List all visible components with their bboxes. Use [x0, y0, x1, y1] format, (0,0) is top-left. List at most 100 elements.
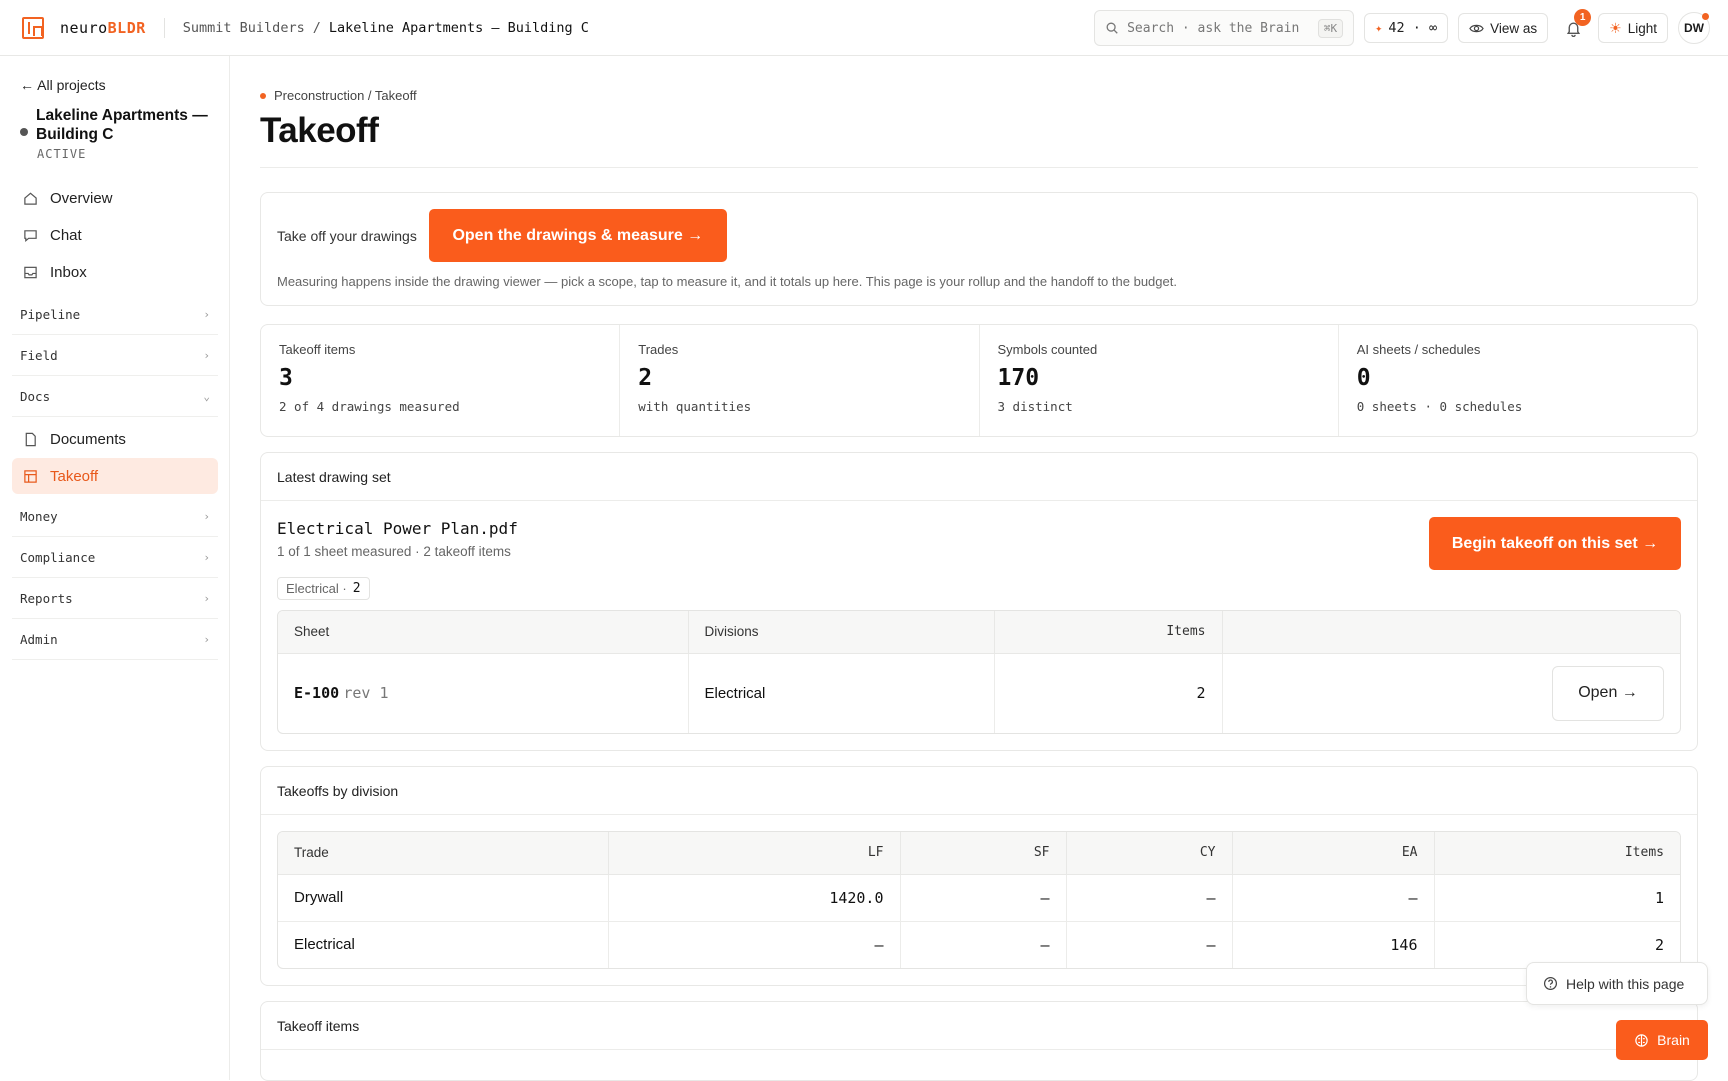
sidebar-item-overview[interactable]: Overview — [12, 180, 218, 216]
column-header-sf: SF — [900, 832, 1067, 875]
sidebar-item-chat[interactable]: Chat — [12, 217, 218, 253]
column-header-lf: LF — [608, 832, 901, 875]
help-button[interactable]: Help with this page — [1526, 962, 1708, 1005]
cy-cell: – — [1066, 874, 1233, 922]
avatar-initials: DW — [1684, 21, 1704, 35]
sun-icon: ☀ — [1609, 19, 1622, 36]
begin-takeoff-button[interactable]: Begin takeoff on this set → — [1429, 517, 1681, 570]
sidebar-item-inbox[interactable]: Inbox — [12, 254, 218, 290]
trade-cell: Drywall — [278, 874, 609, 922]
theme-label: Light — [1627, 20, 1657, 36]
brain-button[interactable]: Brain — [1616, 1020, 1708, 1060]
chevron-right-icon: › — [203, 307, 210, 321]
cta-note: Measuring happens inside the drawing vie… — [277, 274, 1177, 289]
takeoff-items-panel: Takeoff items — [260, 1001, 1698, 1081]
all-projects-link[interactable]: ← All projects — [20, 77, 106, 93]
brain-icon — [1635, 1033, 1648, 1047]
section-field[interactable]: Field › — [12, 335, 218, 376]
ea-cell: – — [1232, 874, 1435, 922]
chip-label: Electrical · — [286, 581, 347, 596]
panel-heading: Takeoffs by division — [261, 767, 1697, 815]
section-label: Reports — [20, 590, 73, 606]
lf-cell: – — [608, 921, 901, 968]
credits-pill[interactable]: ✦ 42 · ∞ — [1364, 13, 1449, 43]
section-admin[interactable]: Admin › — [12, 619, 218, 660]
section-label: Field — [20, 347, 58, 363]
chevron-down-icon: ⌄ — [203, 389, 210, 403]
page-title: Takeoff — [260, 111, 379, 150]
section-money[interactable]: Money › — [12, 496, 218, 537]
stat-trades: Trades 2 with quantities — [620, 325, 980, 436]
stat-sub: 3 distinct — [997, 399, 1073, 414]
project-status: ACTIVE — [37, 147, 87, 161]
sheet-cell: E-100 rev 1 — [278, 653, 689, 733]
view-as-button[interactable]: View as — [1458, 13, 1549, 43]
table-row: Electrical – – – 146 2 — [278, 921, 1680, 968]
search-input[interactable]: Search · ask the Brain ⌘K — [1094, 10, 1355, 46]
stat-ai-sheets: AI sheets / schedules 0 0 sheets · 0 sch… — [1339, 325, 1697, 436]
stats-card: Takeoff items 3 2 of 4 drawings measured… — [260, 324, 1698, 437]
view-as-label: View as — [1490, 20, 1538, 36]
sidebar-item-documents[interactable]: Documents — [12, 421, 218, 457]
avatar[interactable]: DW — [1678, 12, 1710, 44]
section-reports[interactable]: Reports › — [12, 578, 218, 619]
column-header-items: Items — [1434, 832, 1680, 875]
logo[interactable]: neuroBLDR — [22, 0, 146, 56]
stat-label: Symbols counted — [997, 342, 1098, 357]
breadcrumb-separator: / — [312, 19, 321, 36]
sheet-id: E-100 — [294, 684, 340, 703]
panel-heading: Latest drawing set — [261, 453, 1697, 501]
section-label: Admin — [20, 631, 58, 647]
project-status-dot — [20, 128, 28, 136]
chat-icon — [22, 227, 38, 243]
takeoffs-by-division-panel: Takeoffs by division Trade LF SF CY EA I… — [260, 766, 1698, 986]
table-row: E-100 rev 1 Electrical 2 Open → — [278, 653, 1680, 733]
column-header-trade: Trade — [278, 832, 609, 875]
sidebar: ← All projects Lakeline Apartments — Bui… — [0, 56, 230, 1080]
section-compliance[interactable]: Compliance › — [12, 537, 218, 578]
items-cell: 2 — [994, 653, 1223, 733]
section-pipeline[interactable]: Pipeline › — [12, 294, 218, 335]
breadcrumb-project[interactable]: Lakeline Apartments — Building C — [329, 20, 589, 36]
section-label: Money — [20, 508, 58, 524]
page-breadcrumb: Preconstruction / Takeoff — [260, 88, 1698, 103]
stat-label: Takeoff items — [279, 342, 356, 357]
help-icon — [1543, 976, 1558, 991]
stat-label: AI sheets / schedules — [1356, 342, 1481, 357]
section-docs[interactable]: Docs ⌄ — [12, 376, 218, 417]
chevron-right-icon: › — [203, 509, 210, 523]
chevron-right-icon: › — [203, 591, 210, 605]
open-drawings-button[interactable]: Open the drawings & measure → — [428, 209, 727, 262]
sidebar-item-takeoff[interactable]: Takeoff — [12, 458, 218, 494]
stat-sub: with quantities — [638, 399, 752, 414]
chevron-right-icon: › — [203, 348, 210, 362]
chevron-right-icon: › — [203, 550, 210, 564]
main-content: Preconstruction / Takeoff Takeoff Take o… — [260, 56, 1698, 1081]
cta-label: Take off your drawings — [277, 227, 417, 244]
brain-label: Brain — [1657, 1032, 1690, 1048]
divisions-cell: Electrical — [688, 653, 995, 733]
search-placeholder: Search · ask the Brain — [1127, 20, 1300, 36]
breadcrumb-org[interactable]: Summit Builders — [183, 20, 305, 36]
help-label: Help with this page — [1566, 975, 1685, 992]
notifications-button[interactable]: 1 — [1558, 9, 1592, 43]
sidebar-nav: Overview Chat Inbox Pipeline › Field › D… — [12, 180, 218, 660]
eye-icon — [1469, 24, 1484, 32]
logo-text: neuroBLDR — [60, 18, 146, 37]
table-row: Drywall 1420.0 – – – 1 — [278, 874, 1680, 922]
cy-cell: – — [1066, 921, 1233, 968]
panel-heading: Takeoff items — [261, 1002, 1697, 1050]
search-icon — [1106, 22, 1118, 34]
items-cell: 2 — [1654, 935, 1664, 954]
sheets-table: Sheet Divisions Items E-100 rev 1 Electr… — [277, 610, 1681, 734]
ea-cell: 146 — [1232, 921, 1435, 968]
open-sheet-button[interactable]: Open → — [1552, 665, 1664, 721]
project-header: Lakeline Apartments — Building C ACTIVE — [20, 106, 220, 161]
avatar-status-dot — [1702, 13, 1709, 20]
document-icon — [22, 431, 38, 447]
theme-toggle[interactable]: ☀ Light — [1598, 13, 1668, 43]
stat-label: Trades — [638, 342, 679, 357]
column-header-items: Items — [994, 611, 1223, 654]
division-table: Trade LF SF CY EA Items Drywall 1420.0 – — [277, 831, 1681, 969]
chevron-right-icon: › — [203, 632, 210, 646]
